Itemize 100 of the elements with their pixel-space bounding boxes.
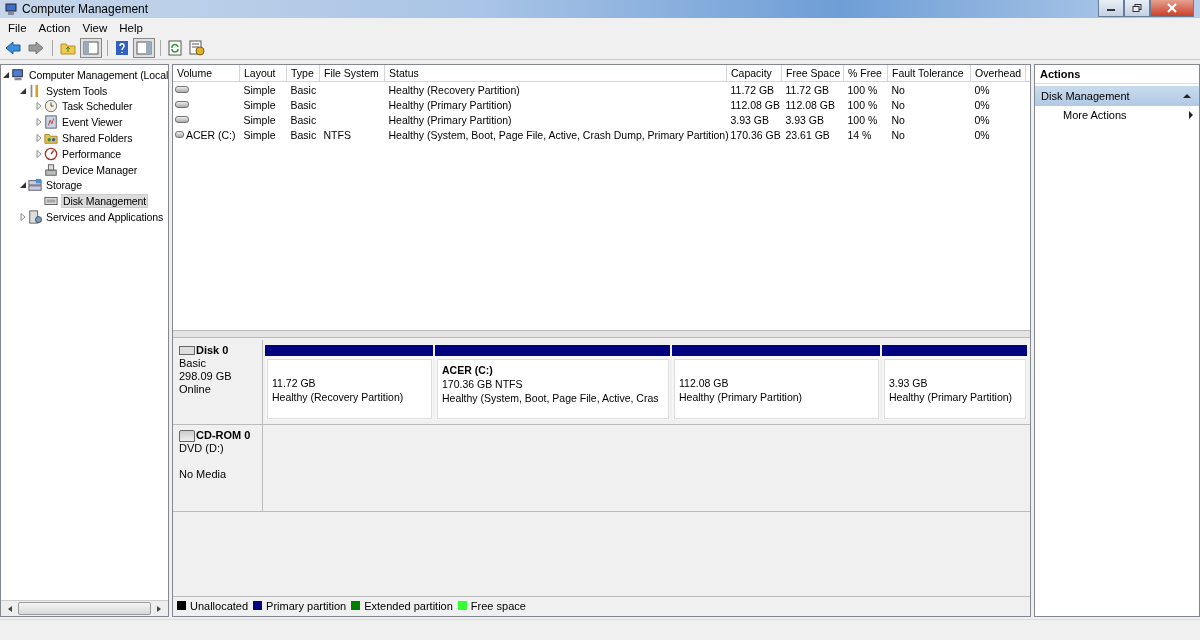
console-tree-button[interactable]: [80, 38, 102, 58]
legend-label: Primary partition: [266, 599, 347, 612]
column-header[interactable]: Free Space: [781, 65, 844, 82]
table-cell: 3.93 GB: [785, 113, 825, 126]
table-cell: Simple: [243, 98, 276, 111]
table-cell: 3.93 GB: [730, 113, 770, 126]
expand-arrow-icon[interactable]: [34, 134, 43, 143]
device-icon: [44, 162, 58, 177]
panel-icon: [136, 41, 152, 55]
actions-section-header[interactable]: Disk Management: [1035, 86, 1199, 106]
partition-status: Healthy (Recovery Partition): [272, 390, 405, 404]
tree-item[interactable]: Services and Applications: [45, 211, 165, 224]
table-cell: No: [891, 98, 905, 111]
scrollbar-thumb[interactable]: [18, 602, 151, 615]
panel-icon: [83, 41, 99, 55]
table-cell: 11.72 GB: [730, 83, 775, 96]
table-cell: ACER (C:): [185, 128, 236, 141]
action-label: More Actions: [1063, 109, 1127, 121]
table-cell: NTFS: [323, 128, 351, 141]
column-header[interactable]: File System: [319, 65, 385, 82]
clock-icon: [44, 99, 58, 114]
partition-block[interactable]: 11.72 GB Healthy (Recovery Partition): [265, 345, 433, 420]
expand-arrow-icon[interactable]: [18, 213, 27, 222]
expand-arrow-icon[interactable]: [34, 118, 43, 127]
column-header[interactable]: Overhead: [970, 65, 1026, 82]
drive-icon: [175, 86, 189, 93]
tree-item[interactable]: Shared Folders: [61, 132, 134, 145]
submenu-arrow-icon: [1189, 111, 1193, 119]
collapse-arrow-icon[interactable]: [18, 86, 27, 95]
tree-item[interactable]: Computer Management (Local: [28, 68, 170, 81]
partition-status: Healthy (System, Boot, Page File, Active, Cras: [442, 391, 660, 405]
computer-icon: [11, 67, 25, 82]
column-header[interactable]: Fault Tolerance: [887, 65, 971, 82]
table-cell: 0%: [974, 128, 990, 141]
maximize-button[interactable]: [1124, 0, 1150, 17]
partition-block[interactable]: ACER (C:) 170.36 GB NTFS Healthy (System, Boot, Page File, Active, Cras: [435, 345, 670, 420]
column-header[interactable]: Capacity: [726, 65, 782, 82]
optical-drive-icon: [179, 429, 195, 442]
tree-item[interactable]: Performance: [61, 147, 122, 160]
table-cell: No: [891, 83, 905, 96]
storage-icon: [28, 178, 42, 193]
partition-block[interactable]: 112.08 GB Healthy (Primary Partition): [672, 345, 880, 420]
collapse-arrow-icon[interactable]: [18, 181, 27, 190]
table-cell: 0%: [974, 83, 990, 96]
table-cell: 11.72 GB: [785, 83, 830, 96]
table-cell: Healthy (System, Boot, Page File, Active, Crash Dump, Primary Partition): [388, 128, 729, 141]
menu-item[interactable]: View: [76, 19, 114, 36]
column-header[interactable]: Layout: [239, 65, 287, 82]
partition-size: 3.93 GB: [889, 376, 929, 390]
partition-status: Healthy (Primary Partition): [889, 390, 1014, 404]
window-title: Computer Management: [22, 2, 149, 16]
disk-type: DVD (D:): [179, 442, 225, 455]
tree-item[interactable]: Disk Management: [61, 194, 149, 209]
table-cell: Healthy (Primary Partition): [388, 113, 512, 126]
chart-document-icon: [44, 115, 58, 130]
tree-item[interactable]: Event Viewer: [61, 116, 124, 129]
computer-icon: [4, 2, 18, 16]
help-icon: [115, 40, 129, 56]
table-cell: 100 %: [847, 98, 878, 111]
minimize-button[interactable]: [1098, 0, 1124, 17]
table-cell: Simple: [243, 113, 276, 126]
column-header[interactable]: % Free: [843, 65, 888, 82]
partition-status: Healthy (Primary Partition): [679, 390, 804, 404]
tree-item[interactable]: Device Manager: [61, 163, 139, 176]
refresh-button[interactable]: [165, 38, 185, 58]
menu-item[interactable]: Action: [32, 19, 77, 36]
table-cell: 100 %: [847, 113, 878, 126]
table-cell: 112.08 GB: [730, 98, 780, 111]
partition-block[interactable]: 3.93 GB Healthy (Primary Partition): [882, 345, 1027, 420]
expand-arrow-icon[interactable]: [34, 149, 43, 158]
table-cell: Simple: [243, 83, 276, 96]
column-header[interactable]: Status: [384, 65, 727, 82]
section-title: Disk Management: [1041, 90, 1130, 102]
action-pane-button[interactable]: [133, 38, 155, 58]
partition-size: 11.72 GB: [272, 376, 317, 390]
menu-item[interactable]: File: [2, 19, 33, 36]
drive-icon: [175, 131, 184, 138]
back-arrow-icon: [5, 41, 21, 55]
column-header[interactable]: Volume: [173, 65, 240, 82]
menu-item[interactable]: Help: [113, 19, 149, 36]
tree-item[interactable]: Task Scheduler: [61, 100, 134, 113]
horizontal-scrollbar[interactable]: [1, 600, 168, 616]
disk-drive-icon: [179, 346, 195, 355]
properties-button[interactable]: [186, 38, 208, 58]
partition-size: 112.08 GB: [679, 376, 730, 390]
table-cell: No: [891, 128, 905, 141]
table-cell: Healthy (Recovery Partition): [388, 83, 520, 96]
table-cell: 0%: [974, 98, 990, 111]
action-item[interactable]: More Actions: [1035, 106, 1199, 124]
folder-icon: [60, 41, 76, 55]
column-header[interactable]: Type: [286, 65, 320, 82]
close-icon: [1167, 3, 1177, 13]
collapse-arrow-icon[interactable]: [1183, 94, 1191, 98]
table-cell: 14 %: [847, 128, 872, 141]
collapse-arrow-icon[interactable]: [2, 70, 10, 79]
tree-item[interactable]: Storage: [45, 179, 84, 192]
expand-arrow-icon[interactable]: [34, 102, 43, 111]
close-button[interactable]: [1150, 0, 1194, 17]
refresh-icon: [168, 40, 182, 56]
tree-item[interactable]: System Tools: [45, 84, 109, 97]
